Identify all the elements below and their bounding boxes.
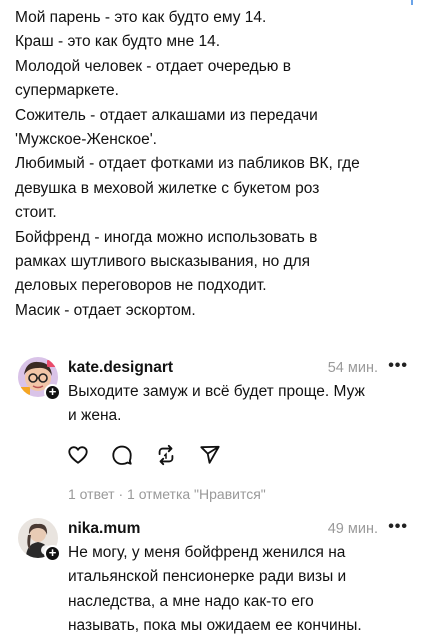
comment-text: Выходите замуж и всё будет проще. Муж и … [68,380,408,429]
post-line: супермаркете. [15,82,119,100]
post-line: деловых переговоров не подходит. [15,277,267,295]
more-options-icon[interactable]: ••• [388,357,408,375]
post-line: Краш - это как будто мне 14. [15,33,221,51]
comment-line: Выходите замуж и всё будет проще. Муж [68,383,365,400]
comment-username[interactable]: nika.mum [68,520,140,538]
comment-line: итальянской пенсионерке ради визы и [68,568,347,586]
post-text: Мой парень - это как будто ему 14. Краш … [15,6,415,323]
avatar[interactable]: + [18,518,61,562]
post-line: Любимый - отдает фотками из пабликов ВК,… [15,155,360,173]
heart-icon[interactable] [67,444,89,466]
comment-line: Не могу, у меня бойфренд женился на [68,544,346,561]
comment-time: 49 мин. [327,521,378,537]
comment-line: и жена. [68,407,122,425]
follow-plus-icon[interactable]: + [44,545,61,562]
comment: + kate.designart 54 мин. ••• Выходите за… [0,357,423,507]
comment-username[interactable]: kate.designart [68,359,173,377]
post-line: девушка в меховой жилетке с букетом роз [15,179,320,197]
comment: + nika.mum 49 мин. ••• Не могу, у меня б… [0,518,423,640]
post-line: Бойфренд - иногда можно использовать в [15,228,318,246]
comment-text: Не могу, у меня бойфренд женился на итал… [68,541,408,639]
share-icon[interactable] [199,444,221,466]
avatar[interactable]: + [18,357,61,401]
post-line: Мой парень - это как будто ему 14. [15,9,267,26]
post-line: рамках шутливого высказывания, но для [15,253,311,271]
post-line: Сожитель - отдает алкашами из передачи [15,106,318,124]
post-line: 'Мужское-Женское'. [15,131,157,149]
repost-icon[interactable] [155,444,177,466]
post-line: Масик - отдает эскортом. [15,301,196,319]
scrollbar-hint [411,0,413,5]
follow-plus-icon[interactable]: + [44,384,61,401]
comment-icon[interactable] [111,444,133,466]
comment-actions [67,444,221,466]
comment-line: наследства, а мне надо как-то его [68,592,314,610]
post-line: Молодой человек - отдает очередью в [15,57,291,75]
comment-stats[interactable]: 1 ответ · 1 отметка "Нравится" [68,486,266,502]
scrolled-content-edge [0,0,423,5]
more-options-icon[interactable]: ••• [388,518,408,536]
comment-line: называть, пока мы ожидаем ее кончины. [68,617,362,635]
post-line: стоит. [15,204,57,222]
comment-time: 54 мин. [327,360,378,376]
